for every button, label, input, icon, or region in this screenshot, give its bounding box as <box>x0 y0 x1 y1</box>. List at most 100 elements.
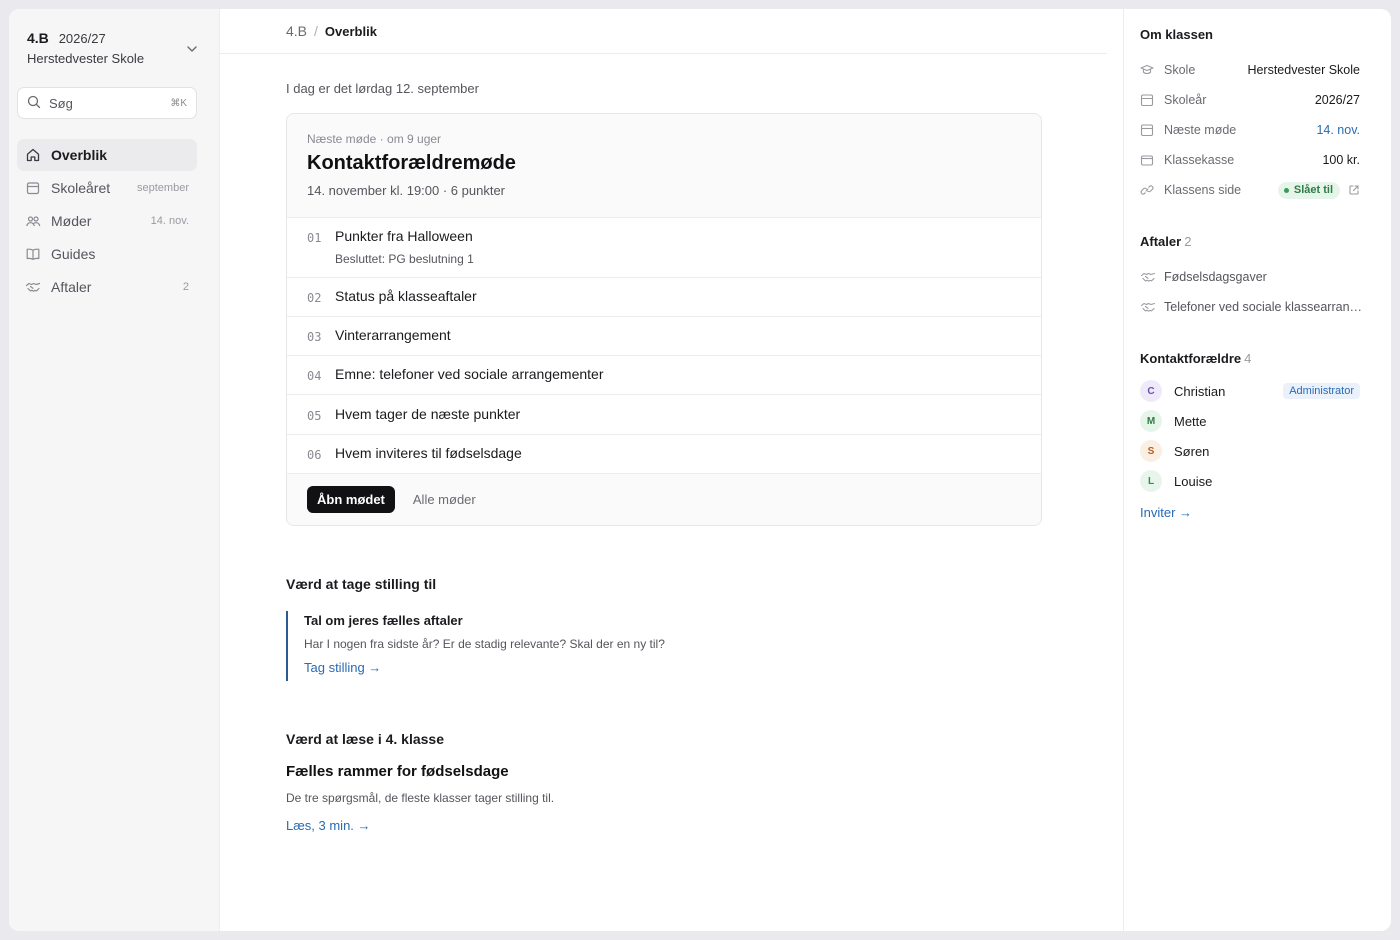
calendar-icon <box>25 180 41 196</box>
info-value: 2026/27 <box>1314 93 1360 107</box>
contact-parent[interactable]: L Louise <box>1140 469 1360 493</box>
sidebar-nav: Overblik Skoleåret september Møder 14. n… <box>17 139 197 304</box>
sidebar-item-overblik[interactable]: Overblik <box>17 139 197 171</box>
agreements-count: 2 <box>1184 234 1192 249</box>
sidebar-item-skolearet[interactable]: Skoleåret september <box>17 172 197 204</box>
agreements-heading-label: Aftaler <box>1140 234 1182 249</box>
info-row-class-fund: Klassekasse 100 kr. <box>1140 150 1360 170</box>
agenda-number: 04 <box>307 369 322 383</box>
agenda-item[interactable]: 02 Status på klasseaftaler <box>287 278 1041 317</box>
wallet-icon <box>1140 153 1154 167</box>
agreement-label: Fødselsdagsgaver <box>1164 270 1267 284</box>
agenda-number: 01 <box>307 231 322 245</box>
decide-heading: Værd at tage stilling til <box>286 576 437 592</box>
contact-parent[interactable]: S Søren <box>1140 439 1360 463</box>
meeting-eyebrow: Næste møde · om 9 uger <box>307 132 442 146</box>
agenda-item[interactable]: 04 Emne: telefoner ved sociale arrangeme… <box>287 356 1041 395</box>
agreement-item[interactable]: Telefoner ved sociale klassearrangemente… <box>1140 297 1364 317</box>
parent-name: Søren <box>1174 443 1210 459</box>
info-row-next-meeting: Næste møde 14. nov. <box>1140 120 1360 140</box>
info-key: Næste møde <box>1164 123 1237 137</box>
search-icon <box>27 95 41 112</box>
class-name: 4.B <box>27 30 49 46</box>
app-window: 4.B 2026/27 Herstedvester Skole Søg ⌘K O… <box>9 9 1391 931</box>
parents-heading: Kontaktforældre 4 <box>1140 351 1251 366</box>
breadcrumb-current: Overblik <box>324 23 377 39</box>
read-heading: Værd at læse i 4. klasse <box>286 731 444 747</box>
parents-heading-label: Kontaktforældre <box>1140 351 1242 366</box>
contact-parent[interactable]: M Mette <box>1140 409 1360 433</box>
calendar-icon <box>1140 123 1154 137</box>
agenda-number: 05 <box>307 409 322 423</box>
info-key: Skoleår <box>1164 93 1207 107</box>
meeting-subtitle: 14. november kl. 19:00 · 6 punkter <box>307 183 506 198</box>
read-article-link[interactable]: Læs, 3 min. → <box>286 818 371 833</box>
parents-count: 4 <box>1244 351 1252 366</box>
sidebar-item-guides[interactable]: Guides <box>17 238 197 270</box>
info-row-school: Skole Herstedvester Skole <box>1140 60 1360 80</box>
invite-link[interactable]: Inviter → <box>1140 505 1192 520</box>
breadcrumb: 4.B / Overblik <box>220 9 1107 54</box>
external-link-icon[interactable] <box>1348 184 1360 196</box>
agenda-title: Status på klasseaftaler <box>335 288 477 304</box>
sidebar-item-label: Guides <box>51 246 96 262</box>
article-description: De tre spørgsmål, de fleste klasser tage… <box>286 791 555 805</box>
agenda-number: 06 <box>307 448 322 462</box>
people-icon <box>25 213 41 229</box>
agenda-title: Emne: telefoner ved sociale arrangemente… <box>335 366 604 382</box>
sidebar-item-label: Møder <box>51 213 92 229</box>
agreement-item[interactable]: Fødselsdagsgaver <box>1140 267 1364 287</box>
sidebar-item-label: Skoleåret <box>51 180 111 196</box>
contact-parent[interactable]: C Christian Administrator <box>1140 379 1360 403</box>
agenda-title: Vinterarrangement <box>335 327 451 343</box>
article-title[interactable]: Fælles rammer for fødselsdage <box>286 763 509 780</box>
status-dot <box>1283 187 1289 193</box>
about-heading: Om klassen <box>1140 27 1213 42</box>
avatar: S <box>1140 440 1162 462</box>
agenda-number: 03 <box>307 330 322 344</box>
agreements-heading: Aftaler 2 <box>1140 234 1191 249</box>
breadcrumb-parent[interactable]: 4.B <box>286 23 307 39</box>
sidebar-item-meta: 14. nov. <box>150 215 189 227</box>
avatar: C <box>1140 380 1162 402</box>
agenda-title: Punkter fra Halloween <box>335 228 473 244</box>
agenda-item[interactable]: 03 Vinterarrangement <box>287 317 1041 356</box>
calendar-icon <box>1140 93 1154 107</box>
all-meetings-link[interactable]: Alle møder <box>413 492 476 507</box>
agenda-item[interactable]: 01 Punkter fra Halloween Besluttet: PG b… <box>287 218 1041 278</box>
handshake-icon <box>1140 270 1156 284</box>
home-icon <box>25 147 41 163</box>
avatar: M <box>1140 410 1162 432</box>
status-badge: Slået til <box>1277 181 1340 199</box>
sidebar-item-meta: september <box>137 182 189 194</box>
sidebar-item-moder[interactable]: Møder 14. nov. <box>17 205 197 237</box>
main-content: 4.B / Overblik I dag er det lørdag 12. s… <box>220 9 1123 931</box>
decide-callout: Tal om jeres fælles aftaler Har I nogen … <box>286 611 786 681</box>
role-badge: Administrator <box>1283 383 1360 399</box>
agreement-label: Telefoner ved sociale klassearrangemente… <box>1164 300 1364 314</box>
next-meeting-link[interactable]: 14. nov. <box>1316 123 1360 137</box>
sidebar-item-count: 2 <box>182 281 189 293</box>
info-value: Herstedvester Skole <box>1247 63 1360 77</box>
take-position-link[interactable]: Tag stilling → <box>304 660 786 675</box>
info-row-school-year: Skoleår 2026/27 <box>1140 90 1360 110</box>
sidebar-item-aftaler[interactable]: Aftaler 2 <box>17 271 197 303</box>
agenda-item[interactable]: 05 Hvem tager de næste punkter <box>287 395 1041 435</box>
search-input[interactable]: Søg ⌘K <box>17 87 197 119</box>
info-key: Klassens side <box>1164 183 1242 197</box>
agenda-note: Besluttet: PG beslutning 1 <box>335 252 474 266</box>
agenda-item[interactable]: 06 Hvem inviteres til fødselsdage <box>287 435 1041 474</box>
callout-title: Tal om jeres fælles aftaler <box>304 613 463 628</box>
parent-name: Christian <box>1174 383 1226 399</box>
avatar: L <box>1140 470 1162 492</box>
graduation-cap-icon <box>1140 63 1154 77</box>
class-school: Herstedvester Skole <box>27 51 145 66</box>
handshake-icon <box>25 279 41 295</box>
chevron-down-icon[interactable] <box>185 42 199 56</box>
next-meeting-card: Næste møde · om 9 uger Kontaktforældremø… <box>286 113 1042 526</box>
handshake-icon <box>1140 300 1156 314</box>
sidebar-item-label: Aftaler <box>51 279 92 295</box>
meeting-actions: Åbn mødet Alle møder <box>287 474 1041 525</box>
class-switcher[interactable]: 4.B 2026/27 Herstedvester Skole <box>27 30 203 66</box>
open-meeting-button[interactable]: Åbn mødet <box>307 486 395 513</box>
